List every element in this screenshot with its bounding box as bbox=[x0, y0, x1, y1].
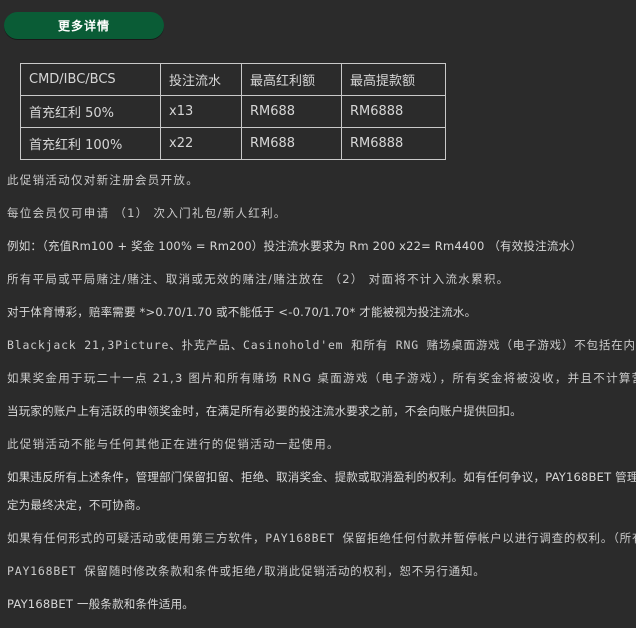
cell-bonus-name: 首充红利 50% bbox=[20, 95, 161, 128]
more-details-button[interactable]: 更多详情 bbox=[4, 12, 164, 39]
table-header-max-bonus: 最高红利额 bbox=[241, 63, 342, 96]
cell-max-bonus: RM688 bbox=[241, 95, 342, 128]
term-sports-odds: 对于体育博彩，赔率需要 *>0.70/1.70 或不能低于 <-0.70/1.7… bbox=[7, 305, 477, 319]
cell-turnover: x13 bbox=[160, 95, 242, 128]
bonus-table: CMD/IBC/BCS 投注流水 最高红利额 最高提款额 首充红利 50% x1… bbox=[20, 63, 446, 160]
cell-turnover: x22 bbox=[160, 127, 242, 160]
table-row: 首充红利 50% x13 RM688 RM6888 bbox=[20, 95, 446, 128]
table-header-row: CMD/IBC/BCS 投注流水 最高红利额 最高提款额 bbox=[20, 63, 446, 96]
term-violation-rights: 如果违反所有上述条件，管理部门保留扣留、拒绝、取消奖金、提款或取消盈利的权利。如… bbox=[7, 470, 636, 512]
term-one-claim-limit: 每位会员仅可申请 （1） 次入门礼包/新人红利。 bbox=[7, 206, 287, 220]
term-excluded-games: Blackjack 21,3Picture、扑克产品、Casinohold'em… bbox=[7, 338, 636, 352]
term-suspicious-activity: 如果有任何形式的可疑活动或使用第三方软件，PAY168BET 保留拒绝任何付款并… bbox=[7, 531, 636, 545]
table-row: 首充红利 100% x22 RM688 RM6888 bbox=[20, 127, 446, 160]
cell-bonus-name: 首充红利 100% bbox=[20, 127, 161, 160]
term-void-bets: 所有平局或平局赌注/赌注、取消或无效的赌注/赌注放在 （2） 对面将不计入流水累… bbox=[7, 272, 510, 286]
table-header-provider: CMD/IBC/BCS bbox=[20, 63, 161, 96]
terms-list: 此促销活动仅对新注册会员开放。 每位会员仅可申请 （1） 次入门礼包/新人红利。… bbox=[7, 166, 636, 618]
table-header-turnover: 投注流水 bbox=[160, 63, 242, 96]
term-new-members-only: 此促销活动仅对新注册会员开放。 bbox=[7, 173, 199, 187]
cell-max-withdrawal: RM6888 bbox=[341, 127, 446, 160]
cell-max-withdrawal: RM6888 bbox=[341, 95, 446, 128]
term-rebate-hold: 当玩家的账户上有活跃的申领奖金时，在满足所有必要的投注流水要求之前，不会向账户提… bbox=[7, 404, 522, 418]
term-example-calculation: 例如：（充值Rm100 + 奖金 100% = Rm200）投注流水要求为 Rm… bbox=[7, 239, 582, 253]
cell-max-bonus: RM688 bbox=[241, 127, 342, 160]
term-not-combinable: 此促销活动不能与任何其他正在进行的促销活动一起使用。 bbox=[7, 437, 340, 451]
term-modify-rights: PAY168BET 保留随时修改条款和条件或拒绝/取消此促销活动的权利，恕不另行… bbox=[7, 564, 486, 578]
table-header-max-withdrawal: 最高提款额 bbox=[341, 63, 446, 96]
term-forfeit-winnings: 如果奖金用于玩二十一点 21,3 图片和所有赌场 RNG 桌面游戏（电子游戏），… bbox=[7, 371, 636, 385]
term-general-terms-apply: PAY168BET 一般条款和条件适用。 bbox=[7, 597, 194, 611]
